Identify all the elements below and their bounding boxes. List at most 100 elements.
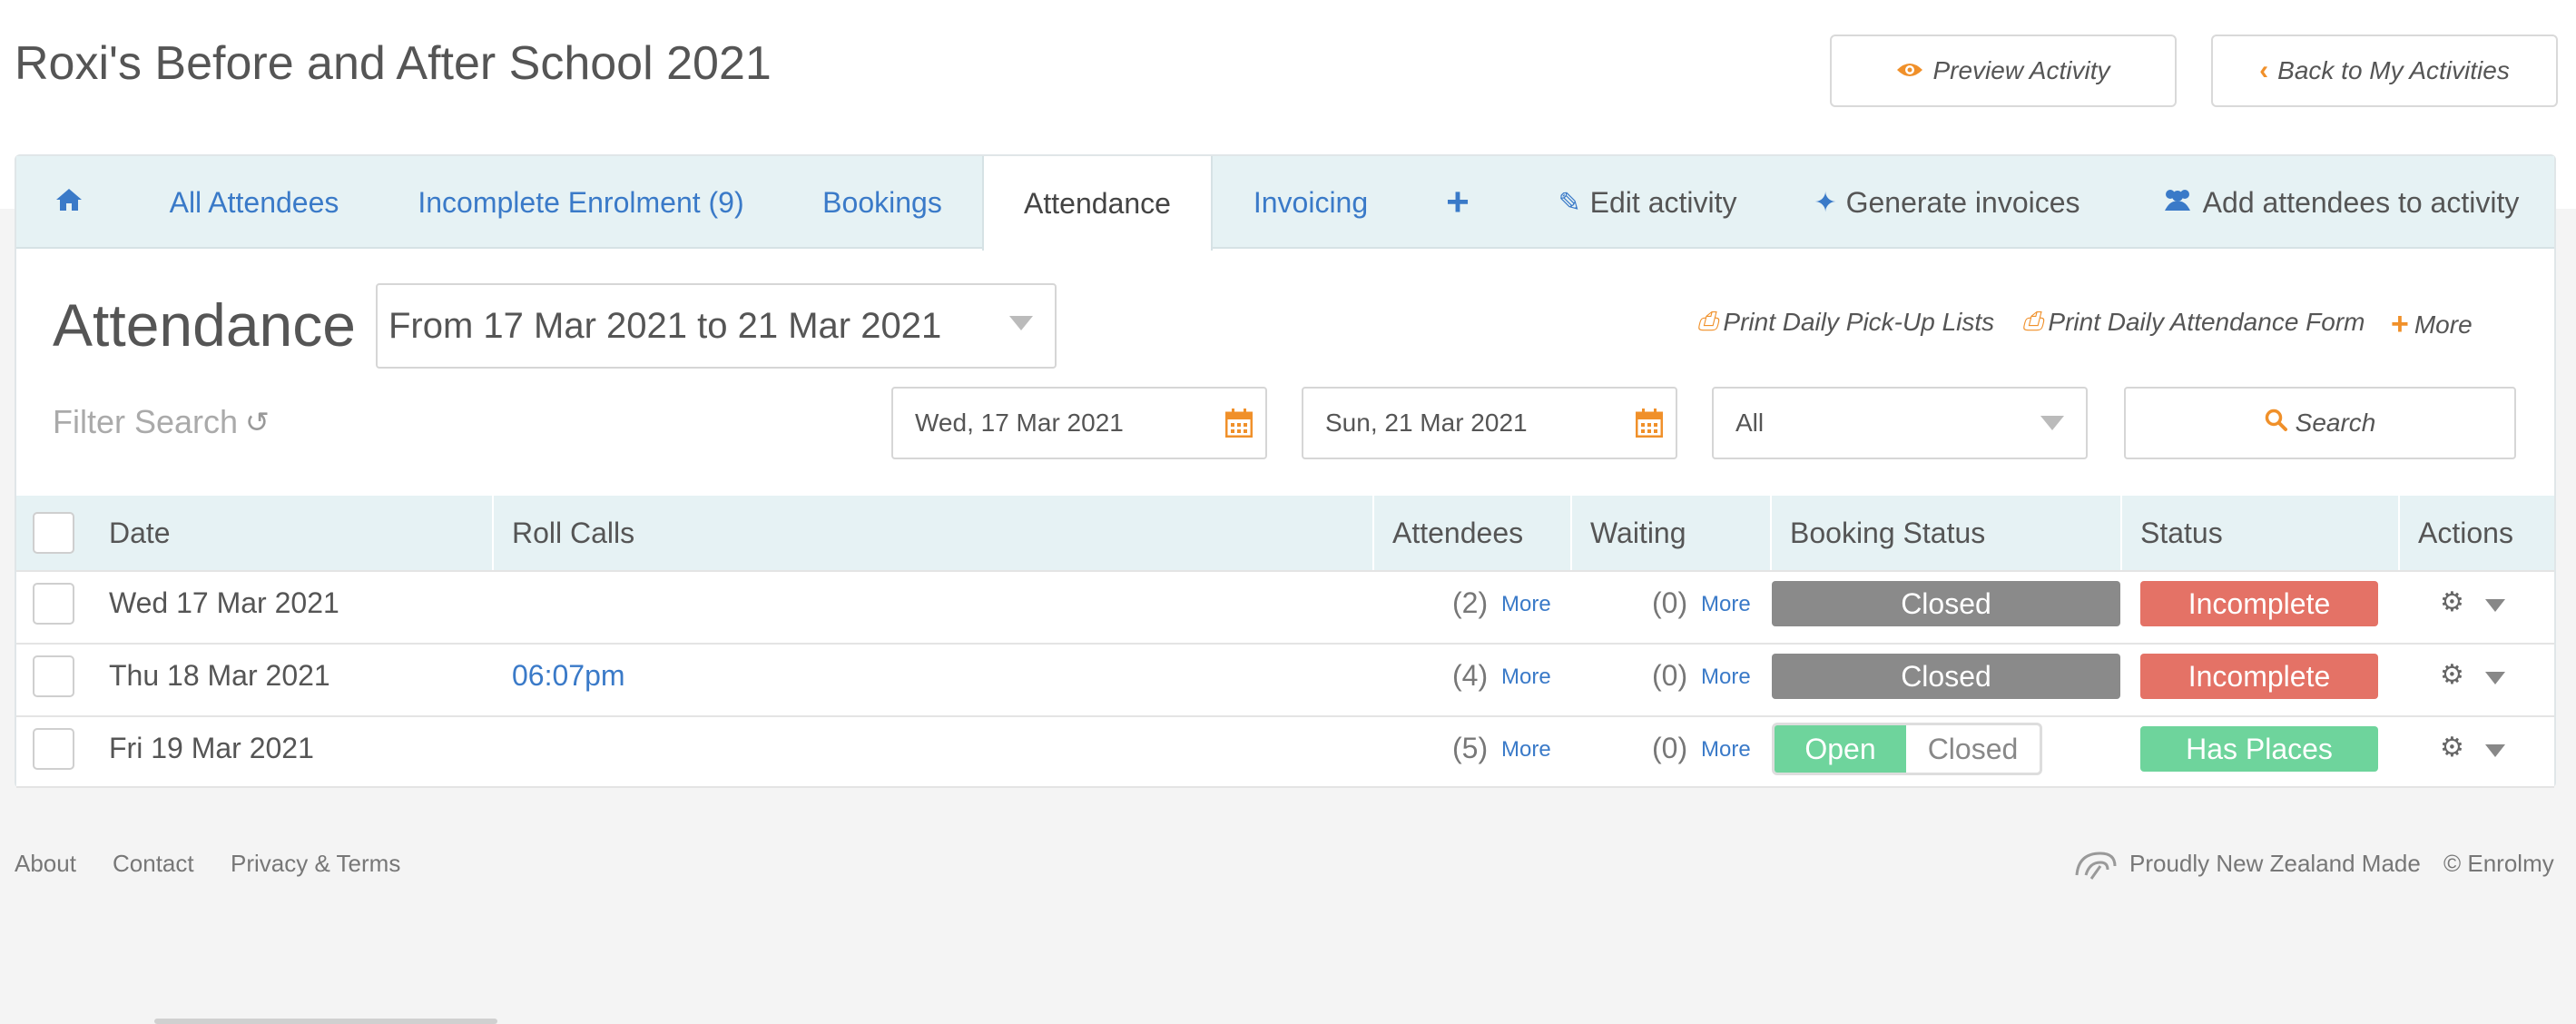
- footer-privacy-link[interactable]: Privacy & Terms: [231, 850, 400, 878]
- plus-icon: +: [2391, 307, 2409, 341]
- search-button[interactable]: Search: [2124, 387, 2516, 459]
- status-filter-value: All: [1735, 409, 1765, 437]
- preview-activity-button[interactable]: Preview Activity: [1830, 34, 2177, 107]
- row-date: Fri 19 Mar 2021: [109, 732, 314, 764]
- row-date: Thu 18 Mar 2021: [109, 659, 330, 692]
- filter-search-label: Filter Search: [53, 403, 239, 440]
- back-to-activities-label: Back to My Activities: [2277, 56, 2510, 84]
- reset-icon[interactable]: ↺: [245, 405, 270, 439]
- more-label: More: [2414, 310, 2473, 339]
- booking-status-badge[interactable]: Closed: [1772, 581, 2120, 626]
- gear-icon[interactable]: ⚙: [2440, 659, 2464, 691]
- plus-icon: +: [1446, 180, 1470, 224]
- search-label: Search: [2295, 409, 2376, 437]
- status-badge: Incomplete: [2140, 654, 2378, 699]
- back-to-activities-button[interactable]: ‹ Back to My Activities: [2211, 34, 2558, 107]
- footer-about-link[interactable]: About: [15, 850, 76, 878]
- generate-invoices-label: Generate invoices: [1845, 185, 2080, 219]
- waiting-more-link[interactable]: More: [1701, 592, 1751, 617]
- select-all-checkbox[interactable]: [33, 512, 74, 554]
- print-pickup-label: Print Daily Pick-Up Lists: [1723, 307, 1995, 336]
- edit-activity-button[interactable]: ✎ Edit activity: [1543, 156, 1752, 249]
- edit-activity-label: Edit activity: [1589, 185, 1737, 219]
- status-badge: Has Places: [2140, 726, 2378, 772]
- print-attendance-form-link[interactable]: ⎙ Print Daily Attendance Form: [2022, 307, 2365, 337]
- chevron-down-icon: [1009, 316, 1033, 330]
- chevron-down-icon[interactable]: [2485, 744, 2505, 757]
- col-roll-calls: Roll Calls: [492, 496, 1372, 570]
- col-waiting: Waiting: [1570, 496, 1770, 570]
- print-form-label: Print Daily Attendance Form: [2048, 307, 2365, 336]
- gear-icon[interactable]: ⚙: [2440, 586, 2464, 618]
- generate-invoices-button[interactable]: ✦ Generate invoices: [1806, 156, 2088, 249]
- add-attendees-button[interactable]: Add attendees to activity: [2149, 156, 2531, 249]
- printer-icon: ⎙: [1697, 307, 1718, 335]
- col-actions: Actions: [2398, 496, 2554, 570]
- print-pickup-lists-link[interactable]: ⎙ Print Daily Pick-Up Lists: [1697, 307, 1994, 337]
- attendees-more-link[interactable]: More: [1501, 665, 1551, 690]
- chevron-down-icon: [2040, 416, 2064, 430]
- row-date: Wed 17 Mar 2021: [109, 586, 339, 619]
- chevron-down-icon[interactable]: [2485, 599, 2505, 612]
- date-range-select[interactable]: From 17 Mar 2021 to 21 Mar 2021: [376, 283, 1057, 369]
- attendees-more-link[interactable]: More: [1501, 737, 1551, 763]
- home-icon: [54, 186, 84, 220]
- booking-closed-option[interactable]: Closed: [1906, 725, 2040, 773]
- tab-incomplete-enrolment[interactable]: Incomplete Enrolment (9): [399, 156, 762, 249]
- tab-attendance[interactable]: Attendance: [982, 156, 1213, 251]
- pencil-icon: ✎: [1558, 187, 1581, 218]
- preview-activity-label: Preview Activity: [1932, 56, 2110, 84]
- attendees-count: (2): [1452, 586, 1489, 619]
- col-booking-status: Booking Status: [1770, 496, 2120, 570]
- eye-icon: [1896, 56, 1923, 85]
- printer-icon: ⎙: [2022, 307, 2043, 335]
- add-attendees-label: Add attendees to activity: [2202, 185, 2520, 219]
- booking-open-option[interactable]: Open: [1775, 725, 1906, 773]
- section-title: Attendance: [53, 291, 356, 359]
- end-date-value: Sun, 21 Mar 2021: [1325, 409, 1528, 437]
- chevron-left-icon: ‹: [2259, 55, 2269, 85]
- row-checkbox[interactable]: [33, 655, 74, 697]
- page-title: Roxi's Before and After School 2021: [15, 37, 772, 90]
- horizontal-scrollbar[interactable]: [154, 1019, 497, 1024]
- attendees-count: (4): [1452, 659, 1489, 692]
- start-date-input[interactable]: Wed, 17 Mar 2021: [891, 387, 1267, 459]
- date-range-value: From 17 Mar 2021 to 21 Mar 2021: [388, 305, 942, 346]
- chevron-down-icon[interactable]: [2485, 672, 2505, 684]
- roll-call-link[interactable]: 06:07pm: [512, 659, 625, 693]
- calendar-icon: [1636, 409, 1663, 438]
- waiting-count: (0): [1652, 586, 1688, 619]
- waiting-count: (0): [1652, 732, 1688, 764]
- waiting-more-link[interactable]: More: [1701, 665, 1751, 690]
- booking-status-badge[interactable]: Closed: [1772, 654, 2120, 699]
- tab-all-attendees[interactable]: All Attendees: [136, 156, 372, 249]
- footer-made-text: Proudly New Zealand Made: [2129, 850, 2421, 877]
- tab-home[interactable]: [18, 156, 120, 249]
- row-checkbox[interactable]: [33, 728, 74, 770]
- tab-invoicing[interactable]: Invoicing: [1231, 156, 1391, 249]
- calendar-icon: [1225, 409, 1253, 438]
- magic-wand-icon: ✦: [1814, 187, 1837, 218]
- more-link[interactable]: + More: [2391, 307, 2473, 342]
- waiting-count: (0): [1652, 659, 1688, 692]
- start-date-value: Wed, 17 Mar 2021: [915, 409, 1124, 437]
- col-attendees: Attendees: [1372, 496, 1570, 570]
- tab-add[interactable]: +: [1421, 156, 1494, 249]
- status-badge: Incomplete: [2140, 581, 2378, 626]
- attendees-more-link[interactable]: More: [1501, 592, 1551, 617]
- users-icon: [2161, 186, 2194, 220]
- nz-fern-icon: [2073, 848, 2119, 885]
- search-icon: [2265, 409, 2288, 438]
- tab-bookings[interactable]: Bookings: [790, 156, 975, 249]
- attendees-count: (5): [1452, 732, 1489, 764]
- gear-icon[interactable]: ⚙: [2440, 732, 2464, 763]
- waiting-more-link[interactable]: More: [1701, 737, 1751, 763]
- col-date[interactable]: Date: [91, 496, 492, 570]
- col-status: Status: [2120, 496, 2398, 570]
- row-checkbox[interactable]: [33, 583, 74, 625]
- footer-contact-link[interactable]: Contact: [113, 850, 194, 878]
- footer-copyright: © Enrolmy: [2443, 850, 2554, 877]
- end-date-input[interactable]: Sun, 21 Mar 2021: [1302, 387, 1677, 459]
- status-filter-select[interactable]: All: [1712, 387, 2088, 459]
- booking-status-toggle[interactable]: Open Closed: [1772, 723, 2042, 775]
